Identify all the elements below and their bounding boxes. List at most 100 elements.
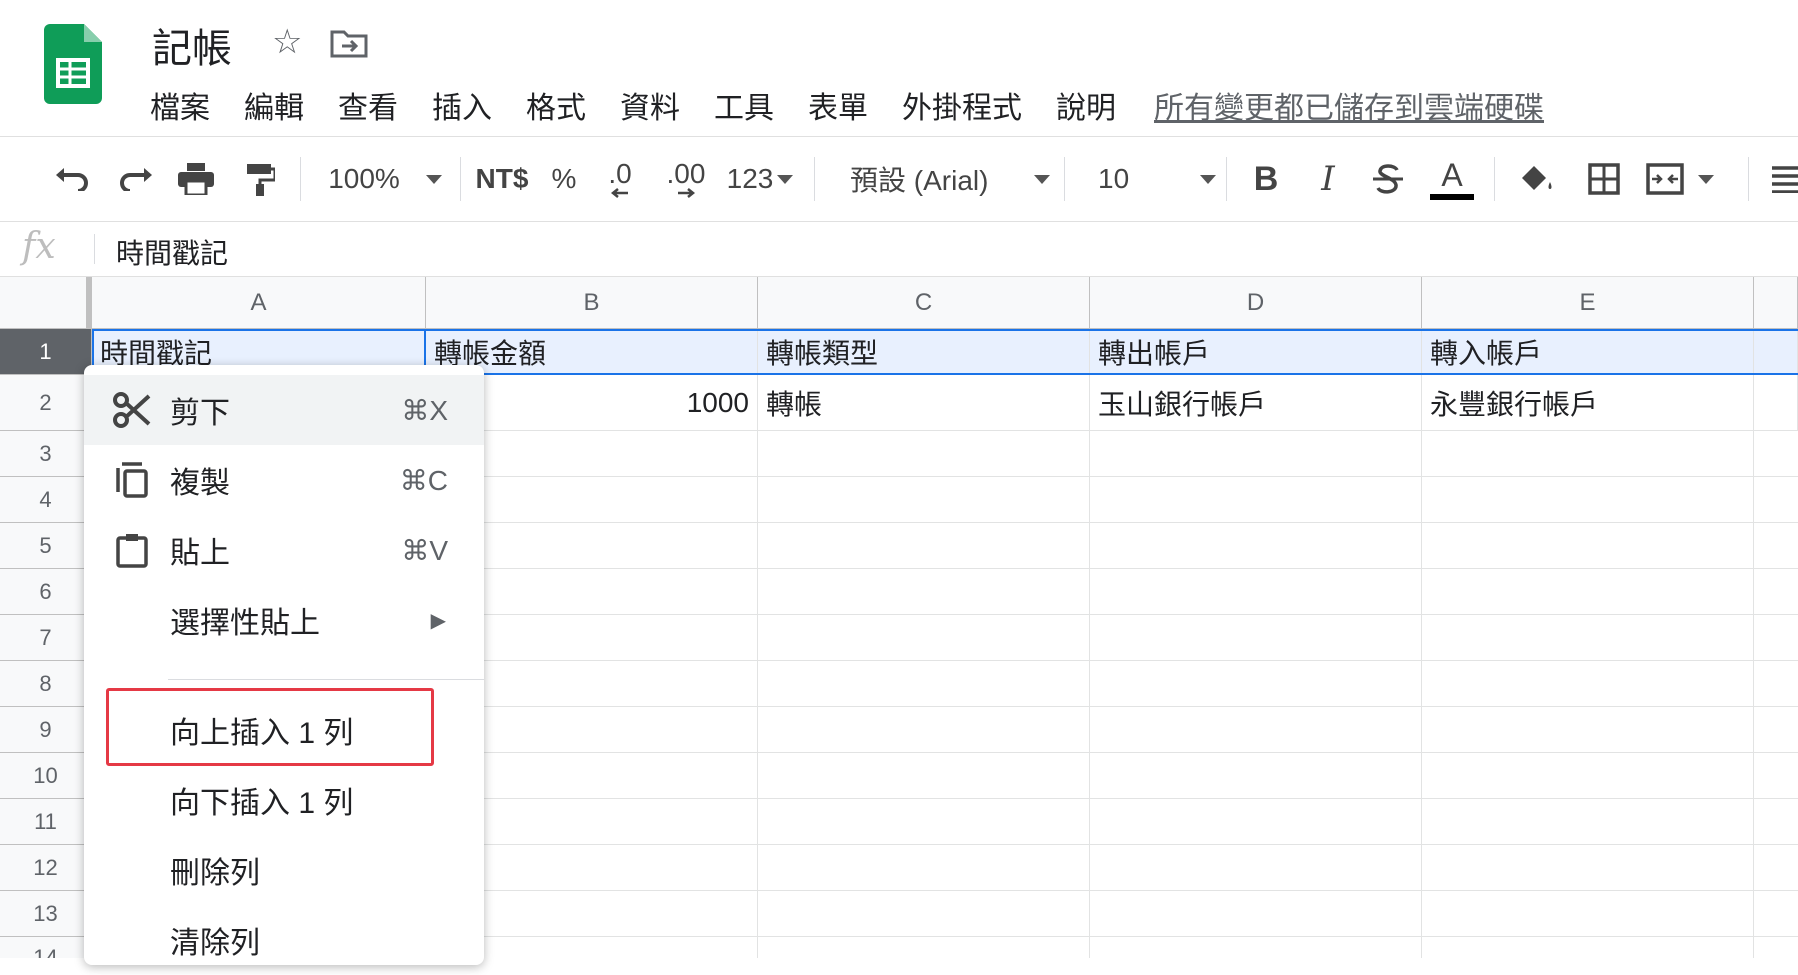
cell-c2[interactable]: 轉帳 — [758, 375, 1090, 431]
fill-color-icon[interactable] — [1514, 137, 1558, 221]
fx-icon: fx — [22, 226, 56, 267]
menu-item-delete-row-label: 刪除列 — [170, 857, 260, 890]
scissors-icon — [112, 390, 152, 430]
row-header-8[interactable]: 8 — [0, 661, 92, 707]
column-header-a[interactable]: A — [92, 277, 426, 329]
arrow-right-icon — [678, 188, 696, 198]
row-header-9[interactable]: 9 — [0, 707, 92, 753]
strikethrough-icon[interactable] — [1368, 137, 1408, 221]
star-icon[interactable]: ☆ — [272, 22, 302, 62]
menu-item-paste-label: 貼上 — [170, 537, 230, 570]
cell-d1[interactable]: 轉出帳戶 — [1090, 329, 1422, 375]
clipboard-icon — [112, 530, 152, 570]
chevron-down-icon — [777, 174, 794, 184]
toolbar-divider — [460, 157, 461, 201]
redo-icon[interactable] — [114, 137, 158, 221]
row-header-3[interactable]: 3 — [0, 431, 92, 477]
menu-item-insert-row-above[interactable]: 向上插入 1 列 — [84, 695, 484, 765]
row-header-6[interactable]: 6 — [0, 569, 92, 615]
move-to-folder-icon[interactable] — [330, 28, 368, 58]
menu-item-paste[interactable]: 貼上 ⌘V — [84, 515, 484, 585]
cell-f1[interactable] — [1754, 329, 1798, 375]
menu-insert[interactable]: 插入 — [432, 83, 492, 127]
font-family-select[interactable]: 預設 (Arial) — [836, 137, 1050, 221]
borders-icon[interactable] — [1582, 137, 1626, 221]
menu-bar: 檔案 編輯 查看 插入 格式 資料 工具 表單 外掛程式 說明 所有變更都已儲存… — [150, 82, 1544, 128]
menu-item-insert-row-below[interactable]: 向下插入 1 列 — [84, 765, 484, 835]
copy-icon — [112, 460, 152, 500]
bold-button[interactable]: B — [1246, 137, 1286, 221]
italic-button[interactable]: I — [1308, 137, 1348, 221]
document-title[interactable]: 記帳 — [152, 16, 232, 74]
menu-forms[interactable]: 表單 — [808, 83, 868, 127]
cell-e1[interactable]: 轉入帳戶 — [1422, 329, 1754, 375]
menu-item-clear-row-label: 清除列 — [170, 927, 260, 960]
row-header-4[interactable]: 4 — [0, 477, 92, 523]
toolbar-divider — [814, 157, 815, 201]
formula-divider — [94, 234, 95, 264]
toolbar-divider — [1226, 157, 1227, 201]
menu-item-insert-row-below-label: 向下插入 1 列 — [170, 787, 354, 820]
chevron-down-icon — [1200, 174, 1216, 184]
row-header-10[interactable]: 10 — [0, 753, 92, 799]
text-color-button[interactable]: A — [1428, 137, 1476, 221]
menu-file[interactable]: 檔案 — [150, 83, 210, 127]
column-header-b[interactable]: B — [426, 277, 758, 329]
menu-item-delete-row[interactable]: 刪除列 — [84, 835, 484, 905]
cell-e2[interactable]: 永豐銀行帳戶 — [1422, 375, 1754, 431]
menu-help[interactable]: 說明 — [1056, 83, 1116, 127]
zoom-value: 100% — [328, 163, 400, 194]
cell-f2[interactable] — [1754, 375, 1798, 431]
row-header-13[interactable]: 13 — [0, 891, 92, 937]
column-header-d[interactable]: D — [1090, 277, 1422, 329]
decrease-decimal-button[interactable]: .0 — [596, 137, 644, 221]
menu-view[interactable]: 查看 — [338, 83, 398, 127]
submenu-arrow-icon: ▶ — [430, 609, 446, 632]
row-header-1[interactable]: 1 — [0, 329, 92, 375]
save-status-link[interactable]: 所有變更都已儲存到雲端硬碟 — [1154, 83, 1544, 127]
menu-edit[interactable]: 編輯 — [244, 83, 304, 127]
menu-item-clear-row[interactable]: 清除列 — [84, 905, 484, 975]
column-header-f[interactable] — [1754, 277, 1798, 329]
cell-c1[interactable]: 轉帳類型 — [758, 329, 1090, 375]
menu-format[interactable]: 格式 — [526, 83, 586, 127]
align-icon[interactable] — [1768, 137, 1798, 221]
column-header-c[interactable]: C — [758, 277, 1090, 329]
row-header-11[interactable]: 11 — [0, 799, 92, 845]
menu-item-cut-shortcut: ⌘X — [401, 394, 448, 426]
row-header-5[interactable]: 5 — [0, 523, 92, 569]
menu-item-copy-label: 複製 — [170, 467, 230, 500]
menu-item-cut[interactable]: 剪下 ⌘X — [84, 375, 484, 445]
formula-input[interactable]: 時間戳記 — [116, 232, 228, 272]
toolbar-divider — [300, 157, 301, 201]
menu-item-paste-special[interactable]: 選擇性貼上 ▶ — [84, 585, 484, 655]
percent-format-button[interactable]: % — [546, 137, 582, 221]
menu-item-copy[interactable]: 複製 ⌘C — [84, 445, 484, 515]
currency-format-button[interactable]: NT$ — [470, 137, 534, 221]
row-header-14[interactable]: 14 — [0, 937, 92, 958]
column-header-e[interactable]: E — [1422, 277, 1754, 329]
font-size-value: 10 — [1098, 163, 1130, 194]
undo-icon[interactable] — [50, 137, 94, 221]
font-size-select[interactable]: 10 — [1086, 137, 1216, 221]
sheets-logo-icon[interactable] — [44, 24, 102, 104]
paint-format-icon[interactable] — [238, 137, 282, 221]
zoom-select[interactable]: 100% — [320, 137, 450, 221]
menu-tools[interactable]: 工具 — [714, 83, 774, 127]
app-header: 記帳 ☆ 檔案 編輯 查看 插入 格式 資料 工具 表單 外掛程式 說明 所有變… — [0, 0, 1798, 137]
menu-divider — [168, 679, 484, 680]
row-header-2[interactable]: 2 — [0, 375, 92, 431]
print-icon[interactable] — [174, 137, 218, 221]
row-header-12[interactable]: 12 — [0, 845, 92, 891]
chevron-down-icon — [1698, 174, 1714, 184]
toolbar-divider — [1494, 157, 1495, 201]
cell-d2[interactable]: 玉山銀行帳戶 — [1090, 375, 1422, 431]
menu-addons[interactable]: 外掛程式 — [902, 83, 1022, 127]
increase-decimal-button[interactable]: .00 — [660, 137, 712, 221]
merge-cells-button[interactable] — [1646, 137, 1730, 221]
menu-data[interactable]: 資料 — [620, 83, 680, 127]
select-all-corner[interactable] — [0, 277, 92, 329]
row-header-7[interactable]: 7 — [0, 615, 92, 661]
number-format-select[interactable]: 123 — [722, 137, 798, 221]
chevron-down-icon — [1034, 174, 1050, 184]
